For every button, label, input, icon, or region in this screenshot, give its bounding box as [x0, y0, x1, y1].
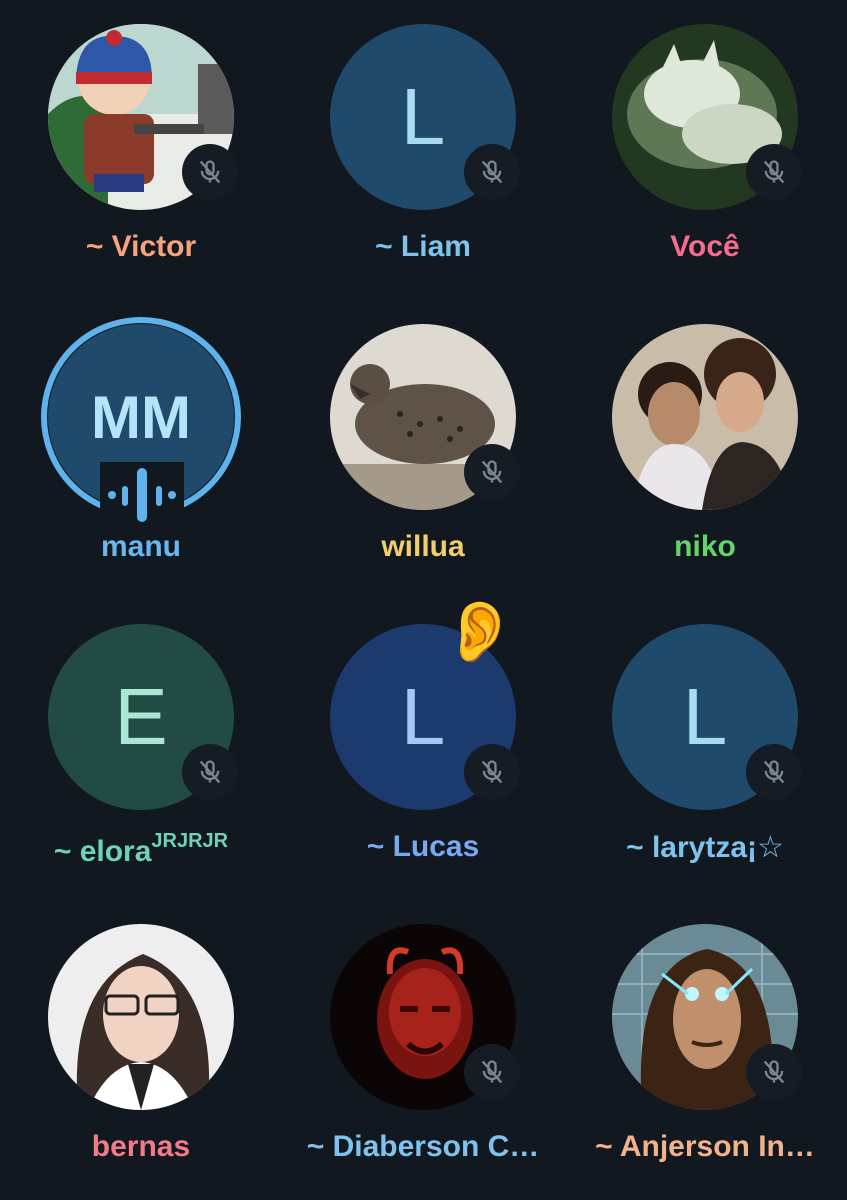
participant-tile[interactable]: niko [564, 300, 846, 600]
participant-tile[interactable]: L ~ Liam [282, 0, 564, 300]
ear-emoji-icon: 👂 [442, 598, 517, 665]
participant-tile[interactable]: bernas [0, 900, 282, 1200]
mic-off-icon [763, 160, 785, 184]
participant-name: willua [381, 530, 465, 563]
mute-badge [464, 1044, 520, 1100]
participant-name: ~ Anjerson In… [595, 1130, 815, 1163]
participant-tile[interactable]: ~ Victor [0, 0, 282, 300]
participant-name: ~ Liam [375, 230, 471, 263]
participant-name: bernas [91, 1130, 191, 1163]
mic-off-icon [481, 1060, 503, 1084]
participant-name: ~ Victor [85, 230, 197, 263]
participant-name-main: ~ elora [53, 835, 152, 868]
mute-badge [464, 744, 520, 800]
mute-badge [746, 744, 802, 800]
mic-off-icon [763, 760, 785, 784]
avatar [612, 324, 798, 510]
mute-badge [464, 144, 520, 200]
participant-tile[interactable]: ~ Anjerson In… [564, 900, 846, 1200]
mic-off-icon [199, 160, 221, 184]
avatar-initial: L [682, 672, 728, 761]
participant-tile[interactable]: ~ Diaberson C… [282, 900, 564, 1200]
speaking-mic-icon [100, 462, 184, 528]
participant-name: ~ larytza¡☆ [626, 831, 784, 864]
participant-tile[interactable]: Você [564, 0, 846, 300]
participant-name: manu [100, 530, 181, 563]
participant-tile[interactable]: L ~ larytza¡☆ [564, 600, 846, 900]
mute-badge [746, 1044, 802, 1100]
mute-badge [464, 444, 520, 500]
mute-badge [746, 144, 802, 200]
voice-chat-participant-grid: ~ Victor L ~ Liam Você MM manu willua ni… [0, 0, 847, 1200]
avatar [48, 924, 234, 1110]
mute-badge [182, 744, 238, 800]
participant-name: ~ eloraJRJRJR [0, 830, 282, 869]
participant-name: ~ Diaberson C… [306, 1130, 540, 1163]
participant-tile[interactable]: willua [282, 300, 564, 600]
participant-tile[interactable]: E ~ eloraJRJRJR [0, 600, 282, 900]
avatar-initial: MM [91, 383, 191, 451]
avatar-initial: L [400, 672, 446, 761]
avatar-initial: L [400, 72, 446, 161]
mute-badge [182, 144, 238, 200]
avatar-initial: E [114, 672, 168, 761]
mic-off-icon [481, 160, 503, 184]
participant-name: Você [670, 230, 740, 263]
participant-tile[interactable]: MM manu [0, 300, 282, 600]
mic-off-icon [763, 1060, 785, 1084]
mic-off-icon [481, 760, 503, 784]
participant-name: niko [674, 530, 736, 563]
mic-off-icon [481, 460, 503, 484]
participant-tile[interactable]: L 👂 ~ Lucas [282, 600, 564, 900]
participant-name-sup: JRJRJR [151, 830, 229, 852]
mic-off-icon [199, 760, 221, 784]
participant-name: ~ Lucas [366, 830, 480, 863]
